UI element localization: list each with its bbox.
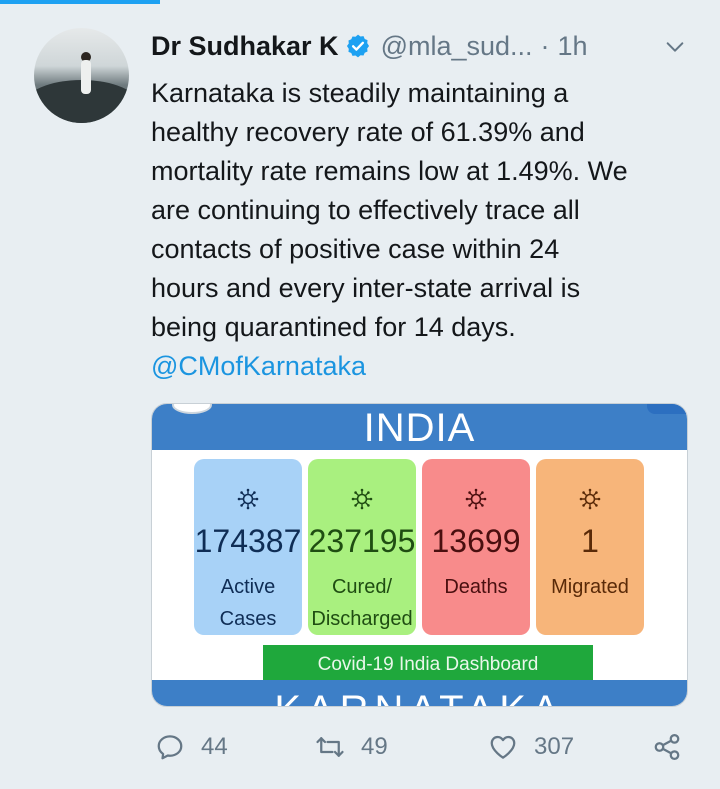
share-button[interactable]	[652, 725, 682, 769]
stat-label: Migrated	[536, 571, 644, 603]
tweet-text-line: are continuing to effectively trace all	[151, 195, 580, 225]
reply-button[interactable]: 44	[155, 725, 228, 769]
tweet-text-line: mortality rate remains low at 1.49%. We	[151, 156, 628, 186]
stat-label-line: Deaths	[444, 576, 508, 598]
region-title: INDIA	[363, 406, 476, 450]
stat-value: 13699	[431, 523, 521, 559]
tweet-text-line: contacts of positive case within 24	[151, 234, 560, 264]
virus-icon	[465, 488, 487, 510]
stat-label: Deaths	[422, 571, 530, 603]
stat-card-active: 174387 Active Cases	[194, 459, 302, 635]
tweet-time[interactable]: 1h	[558, 31, 588, 62]
stat-card-cured: 237195 Cured/ Discharged	[308, 459, 416, 635]
tweet-text-line: hours and every inter-state arrival is	[151, 273, 581, 303]
virus-icon	[351, 488, 373, 510]
stat-value: 174387	[194, 523, 302, 559]
stat-label-line: Discharged	[311, 608, 413, 630]
verified-badge-icon	[346, 34, 369, 58]
author-name[interactable]: Dr Sudhakar K	[151, 31, 339, 62]
avatar[interactable]	[34, 28, 129, 123]
stat-label-line: Migrated	[551, 576, 629, 598]
stat-label-line: Cases	[219, 608, 277, 630]
retweet-button[interactable]: 49	[315, 725, 388, 769]
tweet-header: Dr Sudhakar K @mla_sud... · 1h	[151, 28, 696, 64]
retweet-icon	[316, 737, 344, 757]
reply-icon	[157, 735, 183, 760]
share-icon	[654, 734, 680, 760]
tweet-text: Karnataka is steadily maintaining a heal…	[151, 74, 691, 386]
stat-card-deaths: 13699 Deaths	[422, 459, 530, 635]
stat-value: 1	[581, 523, 599, 559]
virus-icon	[579, 488, 601, 510]
card-footer-bar: KARNATAKA	[152, 680, 687, 706]
tweet-text-line: Karnataka is steadily maintaining a	[151, 78, 569, 108]
reply-count: 44	[201, 733, 228, 760]
tweet-text-line: being quarantined for 14 days.	[151, 312, 516, 342]
like-count: 307	[534, 733, 575, 760]
mention-link[interactable]: @CMofKarnataka	[151, 347, 691, 386]
like-button[interactable]: 307	[488, 725, 574, 769]
chevron-down-icon[interactable]	[664, 36, 686, 58]
card-header-bar: INDIA	[152, 404, 687, 450]
retweet-count: 49	[361, 733, 388, 760]
stat-value: 237195	[308, 523, 416, 559]
dashboard-banner[interactable]: Covid-19 India Dashboard	[263, 645, 593, 680]
virus-icon	[237, 488, 259, 510]
avatar-figure	[81, 60, 91, 94]
header-separator: ·	[540, 30, 550, 61]
heart-icon	[490, 735, 516, 759]
stat-label: Active Cases	[194, 571, 302, 635]
stat-label-line: Active	[220, 576, 276, 598]
stat-label: Cured/ Discharged	[308, 571, 416, 635]
stat-card-migrated: 1 Migrated	[536, 459, 644, 635]
next-region-title: KARNATAKA	[152, 688, 687, 706]
active-tab-indicator	[0, 0, 160, 4]
tweet-text-line: healthy recovery rate of 61.39% and	[151, 117, 585, 147]
stat-label-line: Cured/	[331, 576, 393, 598]
tweet-actions: 44 49 307	[0, 725, 720, 769]
author-handle[interactable]: @mla_sud...	[381, 31, 533, 62]
media-card[interactable]: INDIA 174387 Active Cases 237195 Cured/ …	[151, 403, 688, 707]
